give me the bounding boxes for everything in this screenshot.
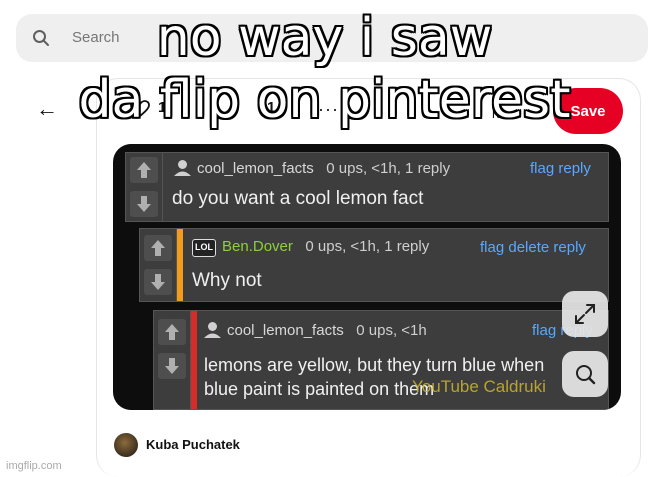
arrow-up-icon bbox=[151, 240, 165, 256]
lol-badge: LOL bbox=[192, 239, 216, 257]
expand-button[interactable] bbox=[562, 291, 608, 337]
comment-meta: 0 ups, <1h, 1 reply bbox=[326, 160, 451, 177]
reply-stripe bbox=[191, 311, 197, 409]
arrow-down-icon bbox=[165, 358, 179, 374]
user-icon bbox=[174, 160, 191, 176]
comment-2: LOL Ben.Dover 0 ups, <1h, 1 reply flag de… bbox=[139, 228, 609, 302]
comment-username[interactable]: cool_lemon_facts bbox=[227, 322, 344, 339]
reply-stripe bbox=[177, 229, 183, 301]
user-icon bbox=[204, 322, 221, 338]
upvote-button[interactable] bbox=[158, 319, 186, 345]
vote-column bbox=[140, 229, 177, 301]
author-name[interactable]: Kuba Puchatek bbox=[146, 437, 240, 452]
avatar[interactable] bbox=[114, 433, 138, 457]
comment-1: cool_lemon_facts 0 ups, <1h, 1 reply fla… bbox=[125, 152, 609, 222]
arrow-up-icon bbox=[137, 162, 151, 178]
comment-header: cool_lemon_facts 0 ups, <1h bbox=[204, 321, 427, 339]
pin-image[interactable]: cool_lemon_facts 0 ups, <1h, 1 reply fla… bbox=[113, 144, 621, 410]
comment-username[interactable]: Ben.Dover bbox=[222, 238, 293, 255]
vote-column bbox=[126, 153, 163, 221]
arrow-down-icon bbox=[151, 274, 165, 290]
comment-text: do you want a cool lemon fact bbox=[172, 188, 424, 209]
comment-actions[interactable]: flag reply bbox=[530, 160, 591, 177]
video-watermark: YouTube Caldruki bbox=[412, 377, 546, 396]
upvote-button[interactable] bbox=[144, 235, 172, 261]
expand-icon bbox=[575, 304, 595, 324]
lens-search-icon bbox=[576, 365, 596, 385]
comment-header: LOL Ben.Dover 0 ups, <1h, 1 reply bbox=[192, 238, 429, 257]
arrow-up-icon bbox=[165, 324, 179, 340]
comment-header: cool_lemon_facts 0 ups, <1h, 1 reply bbox=[174, 159, 450, 177]
meme-caption-bottom: da flip on pinterest bbox=[78, 70, 571, 130]
comment-meta: 0 ups, <1h bbox=[356, 322, 427, 339]
comment-username[interactable]: cool_lemon_facts bbox=[197, 160, 314, 177]
upvote-button[interactable] bbox=[130, 157, 158, 183]
comment-text-line-2: blue paint is painted on them bbox=[204, 379, 435, 399]
downvote-button[interactable] bbox=[158, 353, 186, 379]
arrow-down-icon bbox=[137, 196, 151, 212]
comment-meta: 0 ups, <1h, 1 reply bbox=[305, 238, 430, 255]
comment-actions[interactable]: flag delete reply bbox=[480, 239, 586, 256]
downvote-button[interactable] bbox=[130, 191, 158, 217]
comment-text: Why not bbox=[192, 270, 262, 291]
downvote-button[interactable] bbox=[144, 269, 172, 295]
comment-text-line-1: lemons are yellow, but they turn blue wh… bbox=[204, 355, 545, 375]
meme-caption-top: no way i saw bbox=[156, 8, 493, 68]
visual-search-button[interactable] bbox=[562, 351, 608, 397]
vote-column bbox=[154, 311, 191, 409]
site-watermark: imgflip.com bbox=[6, 460, 62, 472]
